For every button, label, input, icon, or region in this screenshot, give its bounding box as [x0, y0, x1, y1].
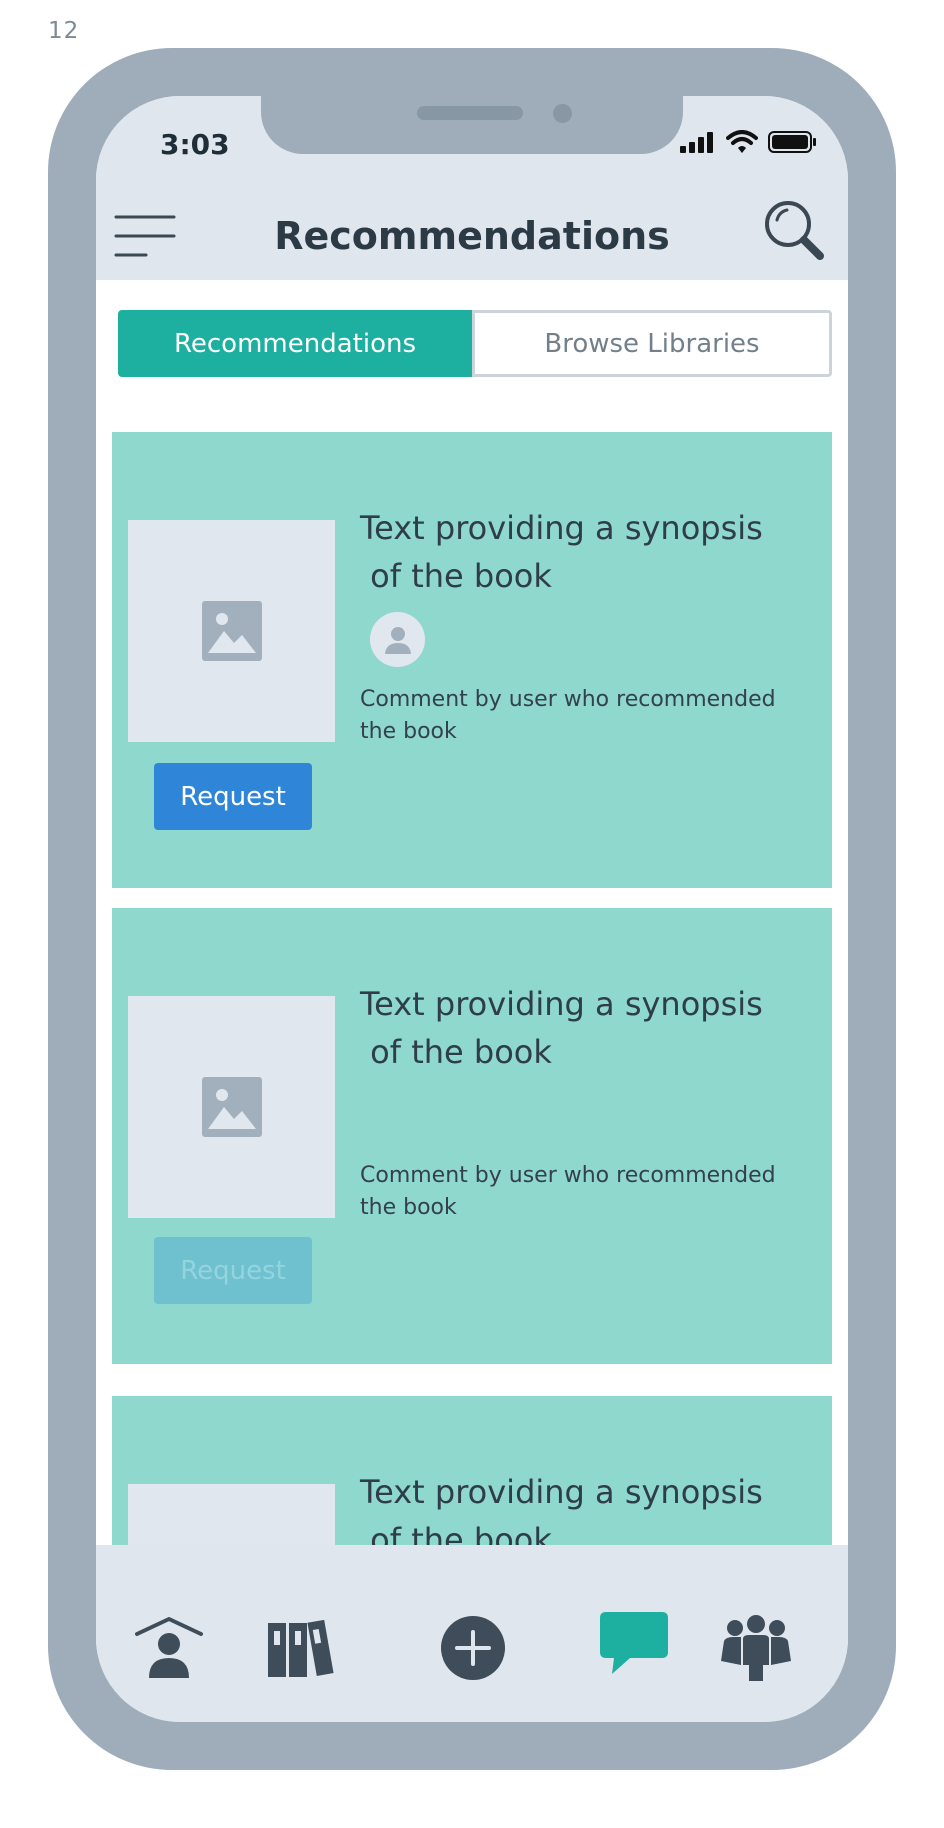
segmented-tabs: Recommendations Browse Libraries — [118, 310, 832, 377]
nav-libraries[interactable] — [266, 1613, 336, 1683]
library-books-icon — [268, 1619, 334, 1677]
book-cover-image — [128, 520, 335, 742]
phone-screen: 3:03 Recommendations Recommendations Bro… — [96, 96, 848, 1722]
recommender-comment: Comment by user who recommended the book — [360, 687, 776, 744]
page-number: 12 — [48, 18, 80, 44]
user-icon — [384, 626, 411, 654]
status-time: 3:03 — [160, 128, 230, 161]
image-placeholder-icon — [201, 1077, 262, 1137]
recommendation-card: Text providing a synopsis of the book Co… — [112, 432, 832, 888]
image-placeholder-icon — [201, 601, 262, 661]
tab-browse-libraries[interactable]: Browse Libraries — [472, 310, 832, 377]
request-button[interactable]: Request — [154, 763, 312, 830]
recommendation-card: Text providing a synopsis of the book Co… — [112, 908, 832, 1364]
book-cover-image — [128, 996, 335, 1218]
book-synopsis: Text providing a synopsis of the book — [360, 985, 763, 1071]
chat-icon — [600, 1612, 668, 1674]
app-header: 3:03 Recommendations — [96, 96, 848, 280]
home-user-icon — [135, 1617, 203, 1678]
nav-home[interactable] — [134, 1613, 204, 1683]
book-synopsis: Text providing a synopsis of the book — [360, 509, 763, 595]
recommender-comment: Comment by user who recommended the book — [360, 1163, 776, 1220]
request-button-disabled: Request — [154, 1237, 312, 1304]
bottom-navigation — [96, 1545, 848, 1722]
tab-recommendations[interactable]: Recommendations — [118, 310, 472, 377]
nav-community[interactable] — [720, 1613, 792, 1683]
camera — [553, 104, 572, 123]
group-icon — [721, 1615, 791, 1681]
battery-icon — [768, 131, 816, 153]
user-avatar — [370, 612, 425, 667]
nav-add[interactable] — [438, 1613, 508, 1683]
search-icon[interactable] — [762, 198, 826, 262]
phone-notch — [261, 96, 683, 154]
status-icons — [680, 130, 818, 154]
nav-messages[interactable] — [599, 1609, 669, 1679]
wifi-icon — [726, 130, 758, 153]
add-icon — [441, 1616, 505, 1680]
speaker — [417, 106, 523, 120]
signal-icon — [680, 132, 713, 153]
page-title: Recommendations — [274, 214, 670, 258]
